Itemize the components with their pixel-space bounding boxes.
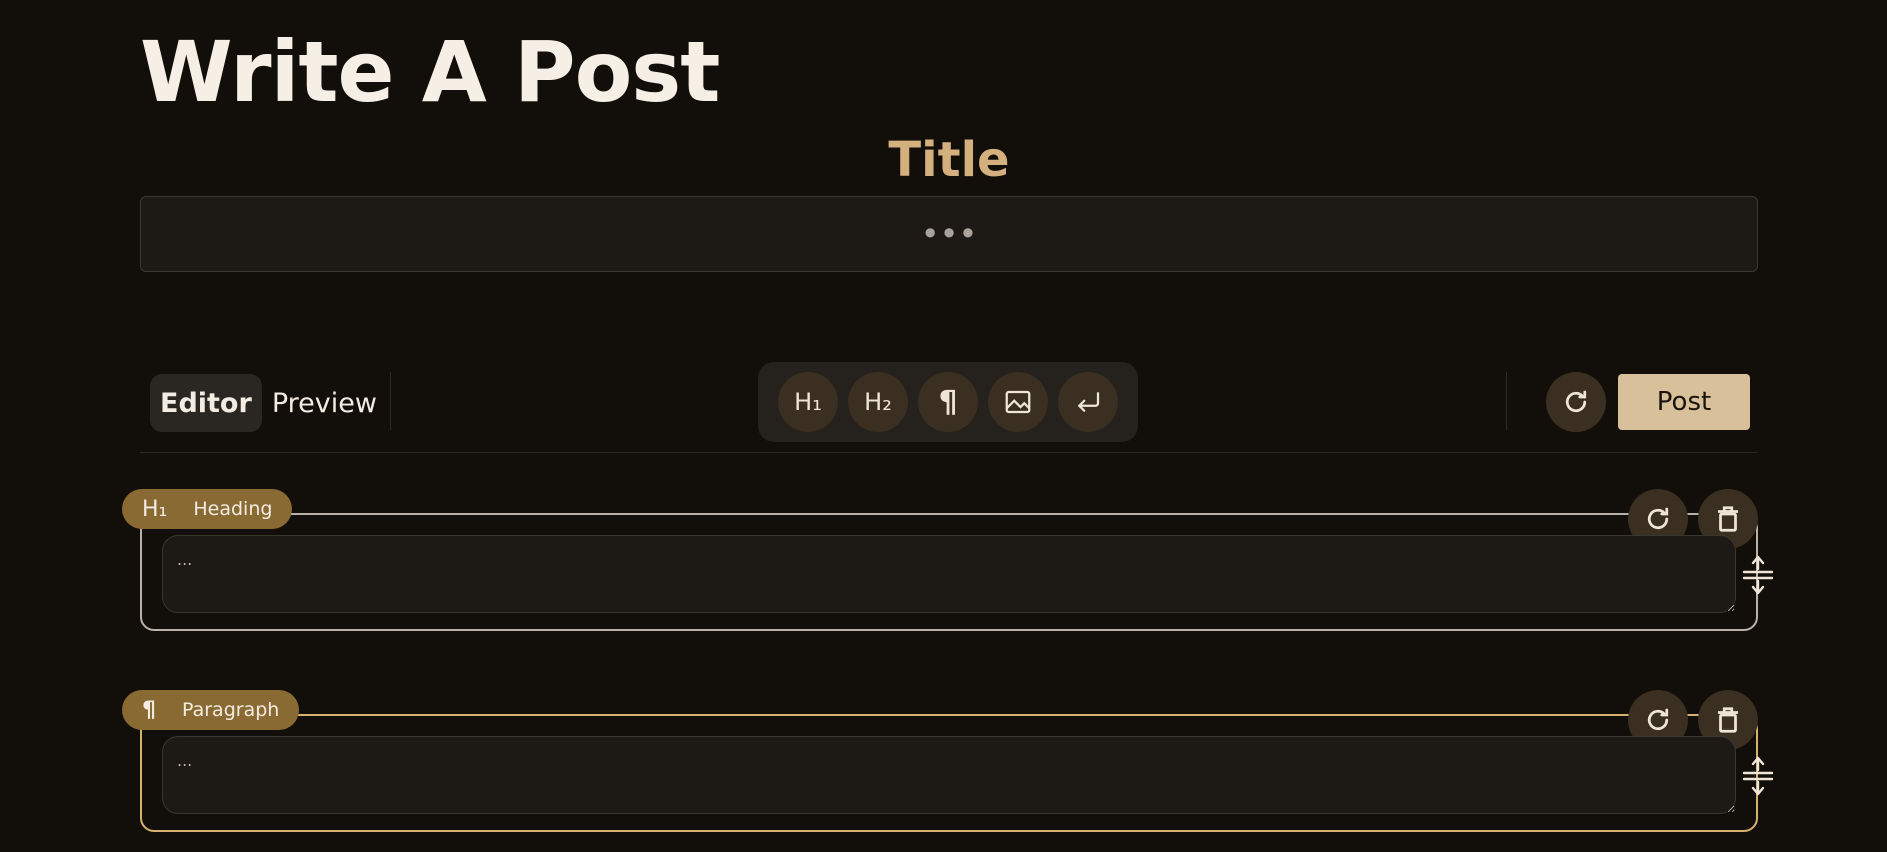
refresh-icon [1647,507,1669,530]
trash-icon [1718,707,1738,733]
refresh-icon [1565,390,1587,413]
add-image-button[interactable] [988,372,1048,432]
heading-text-input[interactable] [162,535,1736,613]
reset-button[interactable] [1546,372,1606,432]
paragraph-text-input[interactable] [162,736,1736,814]
block-type-label: Paragraph [182,699,280,721]
vertical-resize-icon [1742,756,1774,796]
heading-block: H₁ Heading [122,489,1774,639]
add-heading1-button[interactable]: H₁ [778,372,838,432]
enter-icon [1078,392,1100,412]
resize-handle[interactable] [1738,756,1778,796]
block-type-label: Heading [193,498,273,520]
refresh-icon [1647,708,1669,731]
editor-tab[interactable]: Editor [150,374,262,432]
title-input[interactable] [140,196,1758,272]
mode-switch: Editor Preview [150,374,387,432]
paragraph-icon: ¶ [938,384,958,420]
post-button[interactable]: Post [1618,374,1750,430]
image-icon [1005,390,1031,414]
paragraph-block: ¶ Paragraph [122,690,1774,840]
resize-handle[interactable] [1738,555,1778,595]
title-label: Title [888,132,1010,188]
trash-icon [1718,506,1738,532]
page-title: Write A Post [140,23,720,121]
block-type-tag: ¶ Paragraph [122,690,300,730]
heading1-icon: H₁ [142,496,168,522]
add-newline-button[interactable] [1058,372,1118,432]
add-heading2-button[interactable]: H₂ [848,372,908,432]
block-tools: H₁ H₂ ¶ [758,362,1138,442]
preview-tab[interactable]: Preview [262,374,387,432]
paragraph-icon: ¶ [142,697,156,723]
divider [1506,372,1507,430]
heading2-icon: H₂ [864,388,892,416]
editor-toolbar: Editor Preview H₁ H₂ ¶ Post [140,360,1758,460]
add-paragraph-button[interactable]: ¶ [918,372,978,432]
block-type-tag: H₁ Heading [122,489,293,529]
divider [390,372,391,430]
toolbar-divider [140,452,1758,453]
heading1-icon: H₁ [794,388,822,416]
vertical-resize-icon [1742,555,1774,595]
